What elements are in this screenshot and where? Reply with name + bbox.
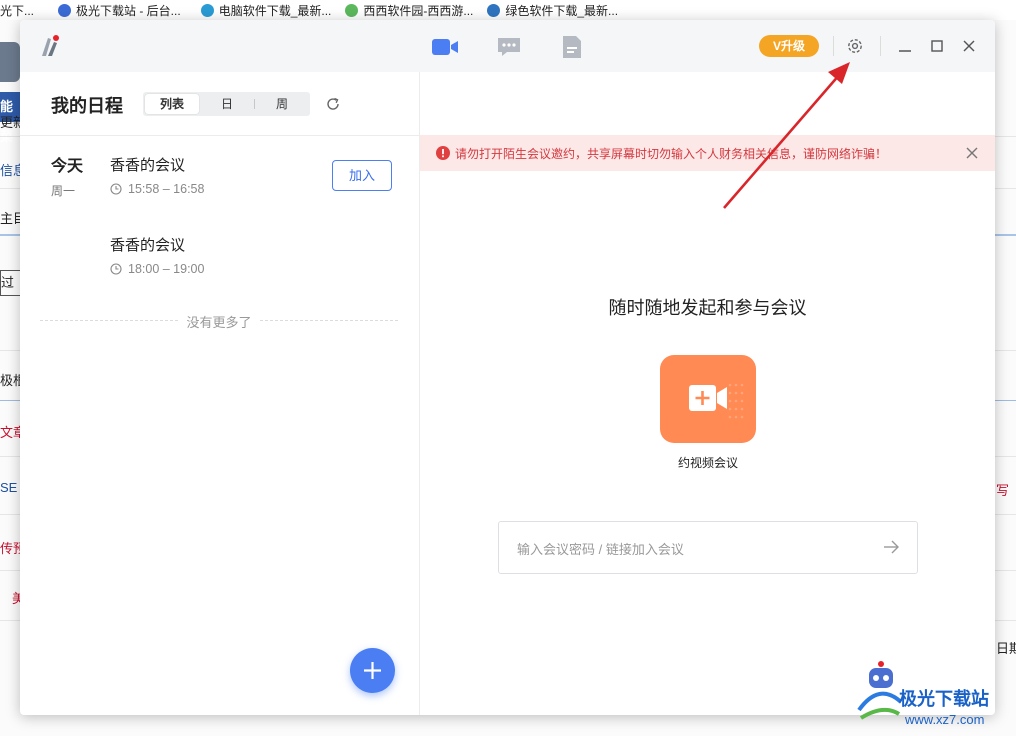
- watermark-name: 极光下载站: [899, 689, 989, 709]
- site-icon: [487, 3, 501, 17]
- video-meeting-label: 约视频会议: [677, 456, 738, 470]
- document-icon[interactable]: [558, 36, 586, 58]
- gear-icon: [0, 42, 20, 82]
- bookmark-label: 电脑软件下载_最新...: [218, 3, 332, 18]
- bg-text: 文章: [0, 425, 20, 440]
- add-schedule-button[interactable]: [350, 648, 395, 693]
- bg-text: 极根: [0, 373, 20, 388]
- bg-text: 主目.: [0, 211, 20, 226]
- bookmark-label: 极光下载站 - 后台...: [76, 3, 181, 18]
- meeting-panel: 请勿打开陌生会议邀约，共享屏幕时切勿输入个人财务相关信息，谨防网络诈骗！ 随时随…: [420, 72, 995, 715]
- warning-text: 请勿打开陌生会议邀约，共享屏幕时切勿输入个人财务相关信息，谨防网络诈骗！: [455, 147, 888, 161]
- site-icon: [345, 3, 359, 17]
- bg-text: 传预: [0, 541, 20, 556]
- watermark-logo-icon: [857, 661, 903, 720]
- watermark-url: www.xz7.com: [905, 712, 985, 727]
- meeting-title[interactable]: 香香的会议: [110, 154, 185, 175]
- divider: [880, 36, 881, 56]
- panel-headline: 随时随地发起和参与会议: [608, 298, 807, 318]
- weekday-label: 周一: [51, 184, 76, 198]
- plus-icon: [364, 662, 381, 679]
- bookmark-label: 绿色软件下载_最新...: [505, 3, 619, 18]
- bg-text: 日期: [996, 641, 1016, 656]
- schedule-panel: 我的日程 列表 日 周 今天 周一 香香的会议 15:58 – 16:58 加入…: [20, 72, 420, 715]
- join-button[interactable]: 加入: [332, 160, 392, 191]
- schedule-header: 我的日程 列表 日 周: [20, 72, 419, 136]
- meeting-time: 15:58 – 16:58: [110, 182, 204, 196]
- bg-text: 美: [12, 591, 20, 606]
- no-more-text: 没有更多了: [180, 312, 258, 331]
- video-camera-icon[interactable]: [431, 36, 459, 58]
- arrow-right-icon[interactable]: [882, 539, 900, 555]
- site-icon: [200, 3, 214, 17]
- upgrade-button[interactable]: V升级: [759, 35, 819, 57]
- bg-text: 更新: [0, 115, 20, 130]
- tab-list[interactable]: 列表: [145, 94, 199, 114]
- settings-gear-icon[interactable]: [845, 36, 865, 56]
- minimize-icon[interactable]: [895, 36, 915, 56]
- meeting-app-window: V升级 我的日程 列表 日 周 今天 周一 香香的会议 15:58 – 16:5…: [20, 20, 995, 715]
- meeting-code-field: [498, 521, 918, 574]
- page-title: 我的日程: [51, 96, 123, 116]
- close-icon[interactable]: [959, 36, 979, 56]
- video-meeting-button[interactable]: [660, 355, 756, 443]
- bookmark-2[interactable]: 极光下载站 - 后台...: [58, 2, 181, 19]
- bg-text: 写: [996, 483, 1010, 498]
- meeting-time-text: 15:58 – 16:58: [128, 182, 205, 196]
- site-icon: [58, 3, 72, 17]
- meeting-code-input[interactable]: [515, 538, 859, 560]
- bookmark-label: 西西软件园-西西游...: [363, 3, 474, 18]
- bookmark-label: 光下...: [0, 3, 35, 18]
- day-label: 今天: [51, 158, 84, 175]
- bookmark-4[interactable]: 西西软件园-西西游...: [345, 2, 473, 19]
- view-switcher: 列表 日 周: [143, 92, 310, 116]
- bg-text: SE: [0, 480, 18, 495]
- close-icon[interactable]: [965, 146, 979, 160]
- tab-day[interactable]: 日: [200, 94, 254, 114]
- security-warning-banner: 请勿打开陌生会议邀约，共享屏幕时切勿输入个人财务相关信息，谨防网络诈骗！: [420, 135, 995, 171]
- bg-text: 信息: [0, 163, 20, 178]
- meeting-time: 18:00 – 19:00: [110, 262, 204, 276]
- watermark: 极光下载站 www.xz7.com: [855, 660, 1015, 736]
- bookmark-3[interactable]: 电脑软件下载_最新...: [200, 2, 332, 19]
- app-logo-icon: [42, 35, 59, 56]
- bookmarks-bar: 光下... 极光下载站 - 后台... 电脑软件下载_最新... 西西软件园-西…: [0, 0, 1016, 21]
- refresh-icon[interactable]: [325, 96, 341, 112]
- title-bar: V升级: [20, 20, 995, 72]
- chat-icon[interactable]: [495, 36, 523, 58]
- clock-icon: [110, 183, 122, 195]
- bookmark-1[interactable]: 光下...: [0, 2, 34, 19]
- clock-icon: [110, 263, 122, 275]
- bg-text: 过: [0, 270, 22, 296]
- video-add-icon: [689, 383, 744, 419]
- warning-icon: [436, 146, 450, 160]
- tab-week[interactable]: 周: [255, 94, 309, 114]
- maximize-icon[interactable]: [927, 36, 947, 56]
- meeting-title[interactable]: 香香的会议: [110, 234, 185, 255]
- meeting-time-text: 18:00 – 19:00: [128, 262, 205, 276]
- divider: [833, 36, 834, 56]
- bookmark-5[interactable]: 绿色软件下载_最新...: [487, 2, 618, 19]
